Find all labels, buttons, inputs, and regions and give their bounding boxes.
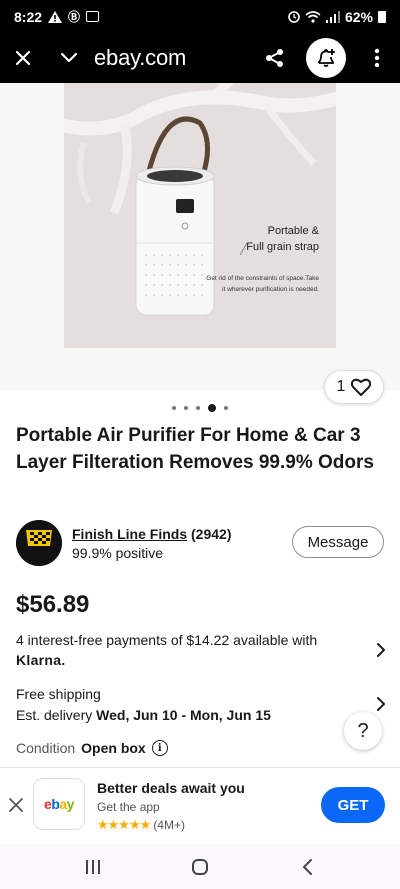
- info-icon[interactable]: i: [151, 740, 168, 756]
- carousel-indicator: [0, 404, 400, 412]
- app-download-banner: ebay Better deals await you Get the app …: [0, 767, 400, 844]
- battery-icon: [378, 10, 386, 23]
- rating-count: (4M+): [153, 818, 185, 832]
- product-photo-illustration: [64, 83, 336, 316]
- carousel-dot[interactable]: [184, 406, 188, 410]
- klarna-text: 4 interest-free payments of $14.22 avail…: [16, 632, 318, 648]
- condition-row: Condition Open box i: [16, 740, 168, 756]
- seller-name-line: Finish Line Finds (2942): [72, 526, 231, 542]
- image-caption: Get rid of the constraints of space.Take…: [206, 275, 319, 293]
- item-price: $56.89: [16, 591, 90, 618]
- system-navigation-bar: [0, 844, 400, 889]
- more-options-button[interactable]: [354, 33, 400, 83]
- app-rating: ★★★★★ (4M+): [97, 817, 185, 833]
- close-icon: [15, 50, 31, 66]
- wifi-icon: [305, 10, 321, 23]
- watch-button[interactable]: 1: [324, 370, 384, 404]
- seller-feedback-count: (2942): [191, 526, 232, 542]
- carousel-dot-active[interactable]: [208, 404, 216, 412]
- back-button[interactable]: [287, 847, 327, 887]
- status-time: 8:22: [14, 8, 43, 25]
- recent-apps-icon: [86, 859, 101, 874]
- signal-icon: [325, 10, 340, 23]
- recent-apps-button[interactable]: [73, 847, 113, 887]
- checkered-flag-logo: [16, 520, 62, 566]
- close-tab-button[interactable]: [0, 33, 46, 83]
- star-rating-icon: ★★★★★: [97, 817, 151, 832]
- more-vertical-icon: [374, 48, 380, 68]
- b-circle-icon: Ⓑ: [68, 10, 81, 24]
- warning-icon: [48, 10, 63, 23]
- back-chevron-icon: [302, 858, 312, 875]
- share-icon: [266, 49, 283, 67]
- condition-label: Condition: [16, 740, 76, 756]
- shipping-cost: Free shipping: [16, 686, 101, 702]
- close-icon: [9, 798, 23, 812]
- image-heading: Portable & Full grain strap: [246, 225, 319, 253]
- photo-notification-icon: [86, 11, 100, 22]
- get-app-button[interactable]: GET: [321, 787, 385, 823]
- url-text[interactable]: ebay.com: [94, 45, 186, 71]
- status-bar: 8:22 Ⓑ 62%: [0, 0, 400, 33]
- banner-subtitle: Get the app: [97, 800, 160, 814]
- carousel-dot[interactable]: [224, 406, 228, 410]
- seller-avatar[interactable]: [16, 520, 62, 566]
- share-button[interactable]: [252, 33, 298, 83]
- klarna-logo: Klarna.: [16, 652, 66, 668]
- watch-count: 1: [336, 378, 346, 395]
- condition-value: Open box: [81, 740, 146, 756]
- klarna-financing-row[interactable]: 4 interest-free payments of $14.22 avail…: [16, 630, 386, 670]
- collapse-button[interactable]: [46, 33, 92, 83]
- ebay-app-logo: ebay: [33, 778, 85, 830]
- seller-name-link[interactable]: Finish Line Finds: [72, 526, 187, 542]
- delivery-label: Est. delivery: [16, 707, 97, 723]
- shipping-row[interactable]: Free shipping Est. delivery Wed, Jun 10 …: [16, 684, 386, 726]
- browser-toolbar: ebay.com: [0, 33, 400, 83]
- seller-positive-rating: 99.9% positive: [72, 545, 164, 561]
- seller-card: Finish Line Finds (2942) 99.9% positive …: [16, 518, 386, 568]
- carousel-dot[interactable]: [196, 406, 200, 410]
- bell-plus-icon: [318, 49, 335, 67]
- add-notification-button[interactable]: [306, 38, 346, 78]
- question-mark-icon: ?: [357, 719, 369, 742]
- chevron-right-icon: [377, 643, 385, 657]
- product-image-carousel[interactable]: Portable & Full grain strap Get rid of t…: [0, 83, 400, 404]
- alarm-icon: [288, 11, 300, 23]
- home-icon: [191, 858, 208, 875]
- carousel-dot[interactable]: [172, 406, 176, 410]
- listing-title: Portable Air Purifier For Home & Car 3 L…: [16, 425, 374, 473]
- home-button[interactable]: [180, 847, 220, 887]
- product-image[interactable]: Portable & Full grain strap Get rid of t…: [64, 83, 336, 348]
- chevron-down-icon: [60, 52, 78, 63]
- dismiss-banner-button[interactable]: [6, 795, 26, 815]
- help-button[interactable]: ?: [344, 712, 382, 750]
- chevron-right-icon: [377, 697, 385, 711]
- delivery-dates: Wed, Jun 10 - Mon, Jun 15: [96, 707, 271, 723]
- message-seller-button[interactable]: Message: [292, 526, 384, 558]
- heart-icon: [351, 378, 372, 396]
- battery-percent: 62%: [344, 8, 373, 25]
- banner-title: Better deals await you: [97, 780, 245, 796]
